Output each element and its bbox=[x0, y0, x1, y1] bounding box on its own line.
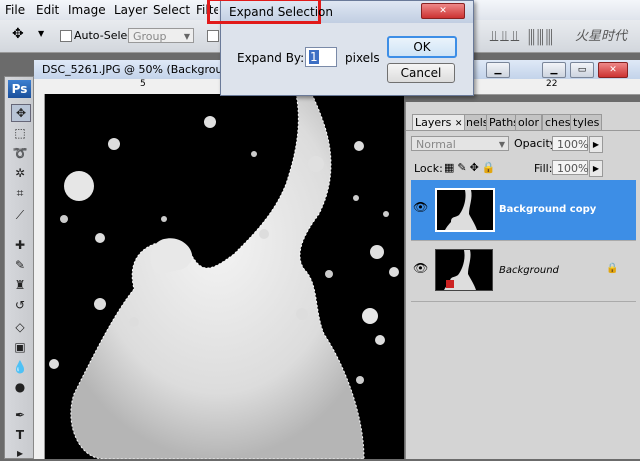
minimize-icon[interactable]: ▁ bbox=[486, 62, 510, 78]
layer-name: Background bbox=[499, 265, 559, 276]
tab-styles[interactable]: tyles bbox=[570, 114, 603, 130]
thumbnail-image bbox=[444, 250, 476, 290]
magic-wand-tool-icon[interactable]: ✲ bbox=[11, 165, 29, 181]
layer-name: Background copy bbox=[499, 204, 597, 215]
lock-icon: 🔒 bbox=[606, 263, 619, 274]
dialog-title: Expand Selection bbox=[229, 5, 333, 19]
dodge-tool-icon[interactable]: ● bbox=[11, 379, 29, 395]
eye-icon[interactable]: 👁 bbox=[413, 261, 428, 275]
layer-row-background[interactable]: 👁 Background 🔒 bbox=[411, 241, 636, 302]
history-brush-tool-icon[interactable]: ↺ bbox=[11, 297, 29, 313]
chevron-down-icon: ▼ bbox=[498, 140, 505, 149]
ps-logo: Ps bbox=[8, 80, 31, 98]
fill-input[interactable]: 100% bbox=[552, 160, 588, 175]
chevron-right-icon[interactable]: ▶ bbox=[589, 160, 603, 177]
fill-label: Fill: bbox=[534, 162, 553, 175]
watermark: 火星时代 bbox=[575, 29, 628, 44]
align-icons[interactable]: ⫫⫫⫫ ⫼⫼⫼ bbox=[490, 27, 555, 45]
healing-brush-tool-icon[interactable]: ✚ bbox=[11, 237, 29, 253]
layer-thumbnail bbox=[435, 188, 495, 232]
close-icon[interactable]: ✕ bbox=[421, 3, 465, 19]
expand-by-value: 1 bbox=[309, 50, 319, 64]
ruler-label: 22 bbox=[546, 79, 558, 89]
move-tool-icon[interactable]: ✥ bbox=[11, 104, 31, 122]
document-window-controls: ▁ ▁ ▭ ✕ bbox=[478, 60, 640, 79]
tab-layers[interactable]: Layers ✕ bbox=[412, 114, 466, 130]
ruler-label: 5 bbox=[140, 79, 146, 89]
layer-thumbnail bbox=[435, 249, 493, 291]
type-tool-icon[interactable]: T bbox=[11, 427, 29, 443]
layers-panel: Layers ✕ nnels Paths olor ches tyles Nor… bbox=[405, 102, 640, 459]
close-icon[interactable]: ✕ bbox=[598, 62, 628, 78]
menu-image[interactable]: Image bbox=[68, 3, 106, 17]
transform-controls-checkbox[interactable] bbox=[207, 30, 219, 42]
pen-tool-icon[interactable]: ✒ bbox=[11, 407, 29, 423]
expand-selection-dialog: Expand Selection ✕ Expand By: 1 pixels O… bbox=[207, 0, 474, 96]
clone-stamp-tool-icon[interactable]: ♜ bbox=[11, 277, 29, 293]
marquee-tool-icon[interactable]: ⬚ bbox=[11, 125, 29, 141]
toolbox: Ps ✥ ⬚ ➰ ✲ ⌗ ⟋ ✚ ✎ ♜ ↺ ◇ ▣ 💧 ● ✒ T ▸ bbox=[4, 76, 34, 460]
expand-by-input[interactable]: 1 bbox=[305, 47, 337, 67]
layer-row-background-copy[interactable]: 👁 Background copy bbox=[411, 180, 636, 241]
move-tool-icon[interactable]: ✥ bbox=[12, 26, 24, 42]
eye-icon[interactable]: 👁 bbox=[413, 200, 428, 214]
tab-color[interactable]: olor bbox=[515, 114, 543, 130]
minimize-icon[interactable]: ▁ bbox=[542, 62, 566, 78]
menu-layer[interactable]: Layer bbox=[114, 3, 147, 17]
horizontal-ruler-right: 22 bbox=[504, 79, 640, 95]
restore-icon[interactable]: ▭ bbox=[570, 62, 594, 78]
tab-label: Layers bbox=[415, 116, 452, 129]
image-canvas[interactable] bbox=[34, 94, 404, 459]
crop-tool-icon[interactable]: ⌗ bbox=[11, 185, 29, 201]
milk-splash-image bbox=[49, 94, 399, 459]
auto-select-checkbox[interactable] bbox=[60, 30, 72, 42]
chevron-right-icon[interactable]: ▶ bbox=[589, 136, 603, 153]
expand-by-label: Expand By: bbox=[237, 51, 305, 65]
thumbnail-image bbox=[445, 190, 477, 230]
auto-select-value: Group bbox=[133, 30, 167, 43]
blend-mode-dropdown[interactable]: Normal ▼ bbox=[411, 136, 509, 151]
chevron-down-icon[interactable]: ▼ bbox=[38, 29, 44, 38]
unit-label: pixels bbox=[345, 51, 380, 65]
brush-tool-icon[interactable]: ✎ bbox=[11, 257, 29, 273]
vertical-ruler bbox=[34, 94, 45, 459]
lasso-tool-icon[interactable]: ➰ bbox=[11, 145, 29, 161]
lock-label: Lock: bbox=[414, 162, 443, 175]
close-icon[interactable]: ✕ bbox=[455, 119, 463, 129]
menu-file[interactable]: File bbox=[5, 3, 25, 17]
chevron-down-icon: ▼ bbox=[183, 32, 190, 41]
cancel-button[interactable]: Cancel bbox=[387, 63, 455, 83]
tab-swatches[interactable]: ches bbox=[542, 114, 574, 130]
auto-select-dropdown[interactable]: Group ▼ bbox=[128, 28, 194, 43]
eraser-tool-icon[interactable]: ◇ bbox=[11, 319, 29, 335]
dialog-title-bar: Expand Selection ✕ bbox=[207, 0, 473, 24]
menu-select[interactable]: Select bbox=[153, 3, 190, 17]
ok-button[interactable]: OK bbox=[387, 36, 457, 58]
opacity-input[interactable]: 100% bbox=[552, 136, 588, 151]
menu-edit[interactable]: Edit bbox=[36, 3, 59, 17]
eyedropper-tool-icon[interactable]: ⟋ bbox=[11, 207, 29, 223]
gradient-tool-icon[interactable]: ▣ bbox=[11, 339, 29, 355]
document-title: DSC_5261.JPG @ 50% (Background c bbox=[42, 63, 220, 76]
blur-tool-icon[interactable]: 💧 bbox=[11, 359, 29, 375]
lock-options-icons[interactable]: ▦✎✥🔒 bbox=[444, 161, 499, 174]
blend-mode-value: Normal bbox=[416, 138, 456, 151]
